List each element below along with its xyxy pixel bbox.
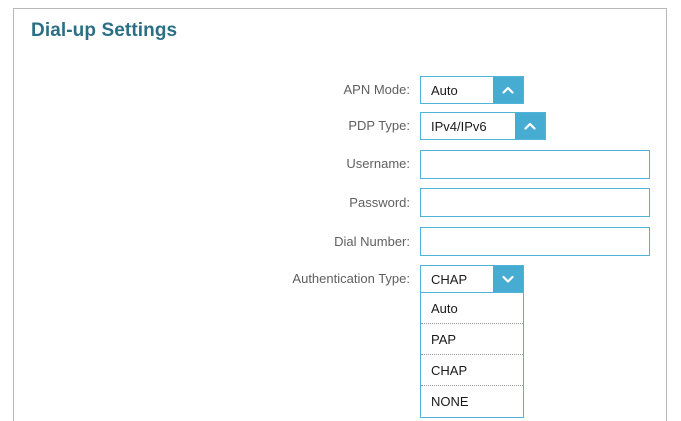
authentication-type-options: Auto PAP CHAP NONE	[420, 293, 524, 418]
authentication-type-label: Authentication Type:	[292, 271, 410, 286]
apn-mode-select[interactable]: Auto	[420, 76, 524, 104]
password-input[interactable]	[420, 188, 650, 217]
dial-number-label: Dial Number:	[334, 234, 410, 249]
option-auto[interactable]: Auto	[421, 293, 523, 324]
apn-mode-label: APN Mode:	[343, 82, 410, 97]
pdp-type-toggle[interactable]	[515, 113, 545, 139]
pdp-type-value: IPv4/IPv6	[431, 119, 487, 134]
option-pap[interactable]: PAP	[421, 324, 523, 355]
username-label: Username:	[346, 156, 410, 171]
authentication-type-value: CHAP	[431, 272, 468, 287]
option-chap[interactable]: CHAP	[421, 355, 523, 386]
section-title: Dial-up Settings	[31, 20, 178, 41]
option-none[interactable]: NONE	[421, 386, 523, 417]
username-input[interactable]	[420, 150, 650, 179]
pdp-type-select[interactable]: IPv4/IPv6	[420, 112, 546, 140]
chevron-up-icon	[524, 122, 536, 130]
apn-mode-toggle[interactable]	[493, 77, 523, 103]
dialup-settings-panel: Dial-up Settings APN Mode: Auto PDP Type…	[13, 8, 667, 421]
authentication-type-select[interactable]: CHAP	[420, 265, 524, 293]
apn-mode-value: Auto	[431, 83, 458, 98]
chevron-up-icon	[502, 86, 514, 94]
pdp-type-label: PDP Type:	[348, 118, 410, 133]
authentication-type-toggle[interactable]	[493, 266, 523, 292]
chevron-down-icon	[502, 275, 514, 283]
dial-number-input[interactable]	[420, 227, 650, 256]
password-label: Password:	[349, 195, 410, 210]
